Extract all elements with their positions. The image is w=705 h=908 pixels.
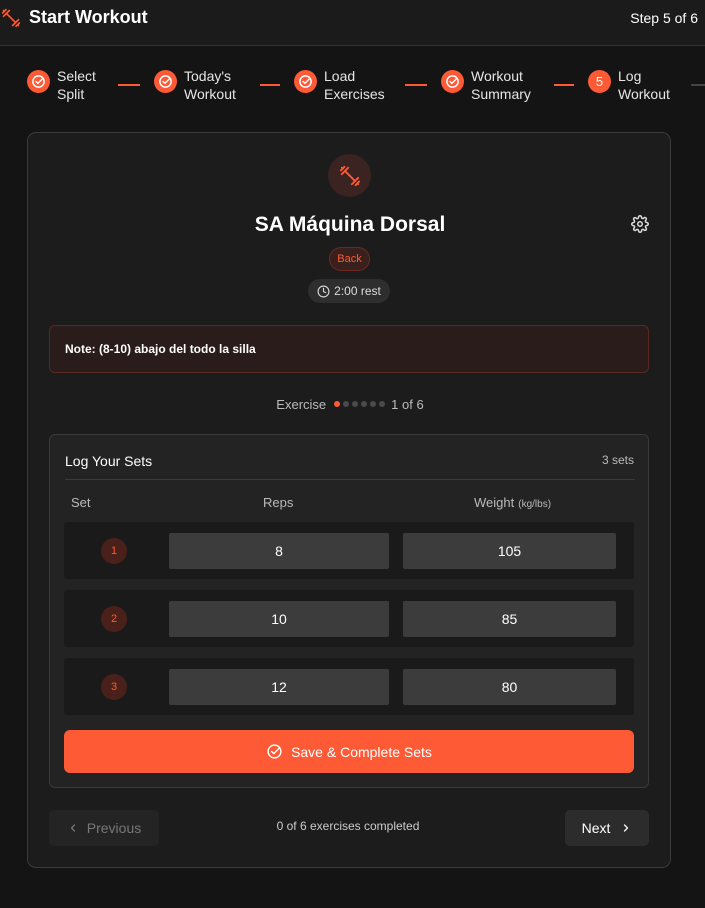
next-label: Next bbox=[581, 820, 611, 836]
clock-icon bbox=[317, 285, 330, 297]
chevron-left-icon bbox=[70, 824, 75, 832]
step-connector bbox=[118, 84, 140, 86]
weight-input[interactable]: 105 bbox=[403, 533, 616, 569]
set-number: 2 bbox=[101, 606, 127, 632]
set-row: 3 12 80 bbox=[64, 658, 634, 715]
step-connector bbox=[691, 84, 705, 86]
rest-timer-badge: 2:00 rest bbox=[308, 279, 390, 303]
progress-label: Exercise bbox=[276, 396, 327, 412]
step-indicator: Step 5 of 6 bbox=[630, 10, 698, 26]
step-label: Log Workout bbox=[618, 68, 670, 102]
check-circle-icon bbox=[294, 70, 317, 93]
step-label: Select Split bbox=[57, 68, 96, 102]
step-connector bbox=[405, 84, 427, 86]
exercise-card: SA Máquina Dorsal Back 2:00 rest Note: (… bbox=[27, 132, 671, 868]
column-header-set: Set bbox=[71, 495, 91, 510]
step-number: 5 bbox=[588, 70, 611, 93]
reps-input[interactable]: 8 bbox=[169, 533, 389, 569]
step-connector bbox=[554, 84, 574, 86]
progress-dot bbox=[352, 401, 359, 407]
column-header-weight: Weight (kg/lbs) bbox=[474, 495, 552, 510]
sets-count: 3 sets bbox=[601, 453, 634, 467]
set-number: 3 bbox=[101, 674, 127, 700]
step-label: Load Exercises bbox=[324, 68, 385, 102]
progress-stepper: Select Split Today's Workout Load Exercises… bbox=[0, 60, 705, 110]
dumbbell-icon bbox=[328, 154, 371, 197]
exercise-name: SA Máquina Dorsal bbox=[254, 213, 446, 236]
set-number: 1 bbox=[101, 538, 127, 564]
previous-button[interactable]: Previous bbox=[49, 810, 159, 846]
next-button[interactable]: Next bbox=[565, 810, 649, 846]
check-circle-icon bbox=[27, 70, 50, 93]
reps-input[interactable]: 10 bbox=[169, 601, 389, 637]
save-complete-sets-button[interactable]: Save & Complete Sets bbox=[64, 730, 634, 773]
sets-panel: Log Your Sets 3 sets Set Reps Weight (kg/… bbox=[49, 434, 649, 788]
sets-title: Log Your Sets bbox=[65, 453, 153, 469]
progress-dots bbox=[334, 401, 386, 407]
previous-label: Previous bbox=[86, 820, 142, 836]
step-label: Workout Summary bbox=[471, 68, 531, 102]
reps-input[interactable]: 12 bbox=[169, 669, 389, 705]
weight-input[interactable]: 85 bbox=[403, 601, 616, 637]
check-circle-icon bbox=[441, 70, 464, 93]
dumbbell-icon bbox=[1, 8, 21, 28]
check-circle-icon bbox=[154, 70, 177, 93]
set-row: 1 8 105 bbox=[64, 522, 634, 579]
exercise-progress: Exercise 1 of 6 bbox=[28, 395, 672, 413]
step-connector bbox=[260, 84, 280, 86]
completion-status: 0 of 6 exercises completed bbox=[276, 819, 420, 833]
progress-dot bbox=[334, 401, 341, 407]
rest-text: 2:00 rest bbox=[334, 284, 381, 298]
progress-dot bbox=[343, 401, 350, 407]
set-row: 2 10 85 bbox=[64, 590, 634, 647]
progress-dot bbox=[379, 401, 386, 407]
exercise-note: Note: (8-10) abajo del todo la silla bbox=[49, 325, 649, 373]
progress-counter: 1 of 6 bbox=[391, 396, 424, 412]
column-header-reps: Reps bbox=[263, 495, 294, 510]
muscle-group-badge: Back bbox=[329, 247, 370, 271]
chevron-right-icon bbox=[624, 824, 629, 832]
progress-dot bbox=[370, 401, 377, 407]
save-label: Save & Complete Sets bbox=[291, 743, 432, 760]
progress-dot bbox=[361, 401, 368, 407]
weight-input[interactable]: 80 bbox=[403, 669, 616, 705]
page-title: Start Workout bbox=[29, 7, 148, 27]
divider bbox=[65, 479, 635, 480]
check-circle-icon bbox=[267, 744, 282, 759]
step-label: Today's Workout bbox=[184, 68, 236, 102]
app-header: Start Workout Step 5 of 6 bbox=[0, 0, 705, 46]
